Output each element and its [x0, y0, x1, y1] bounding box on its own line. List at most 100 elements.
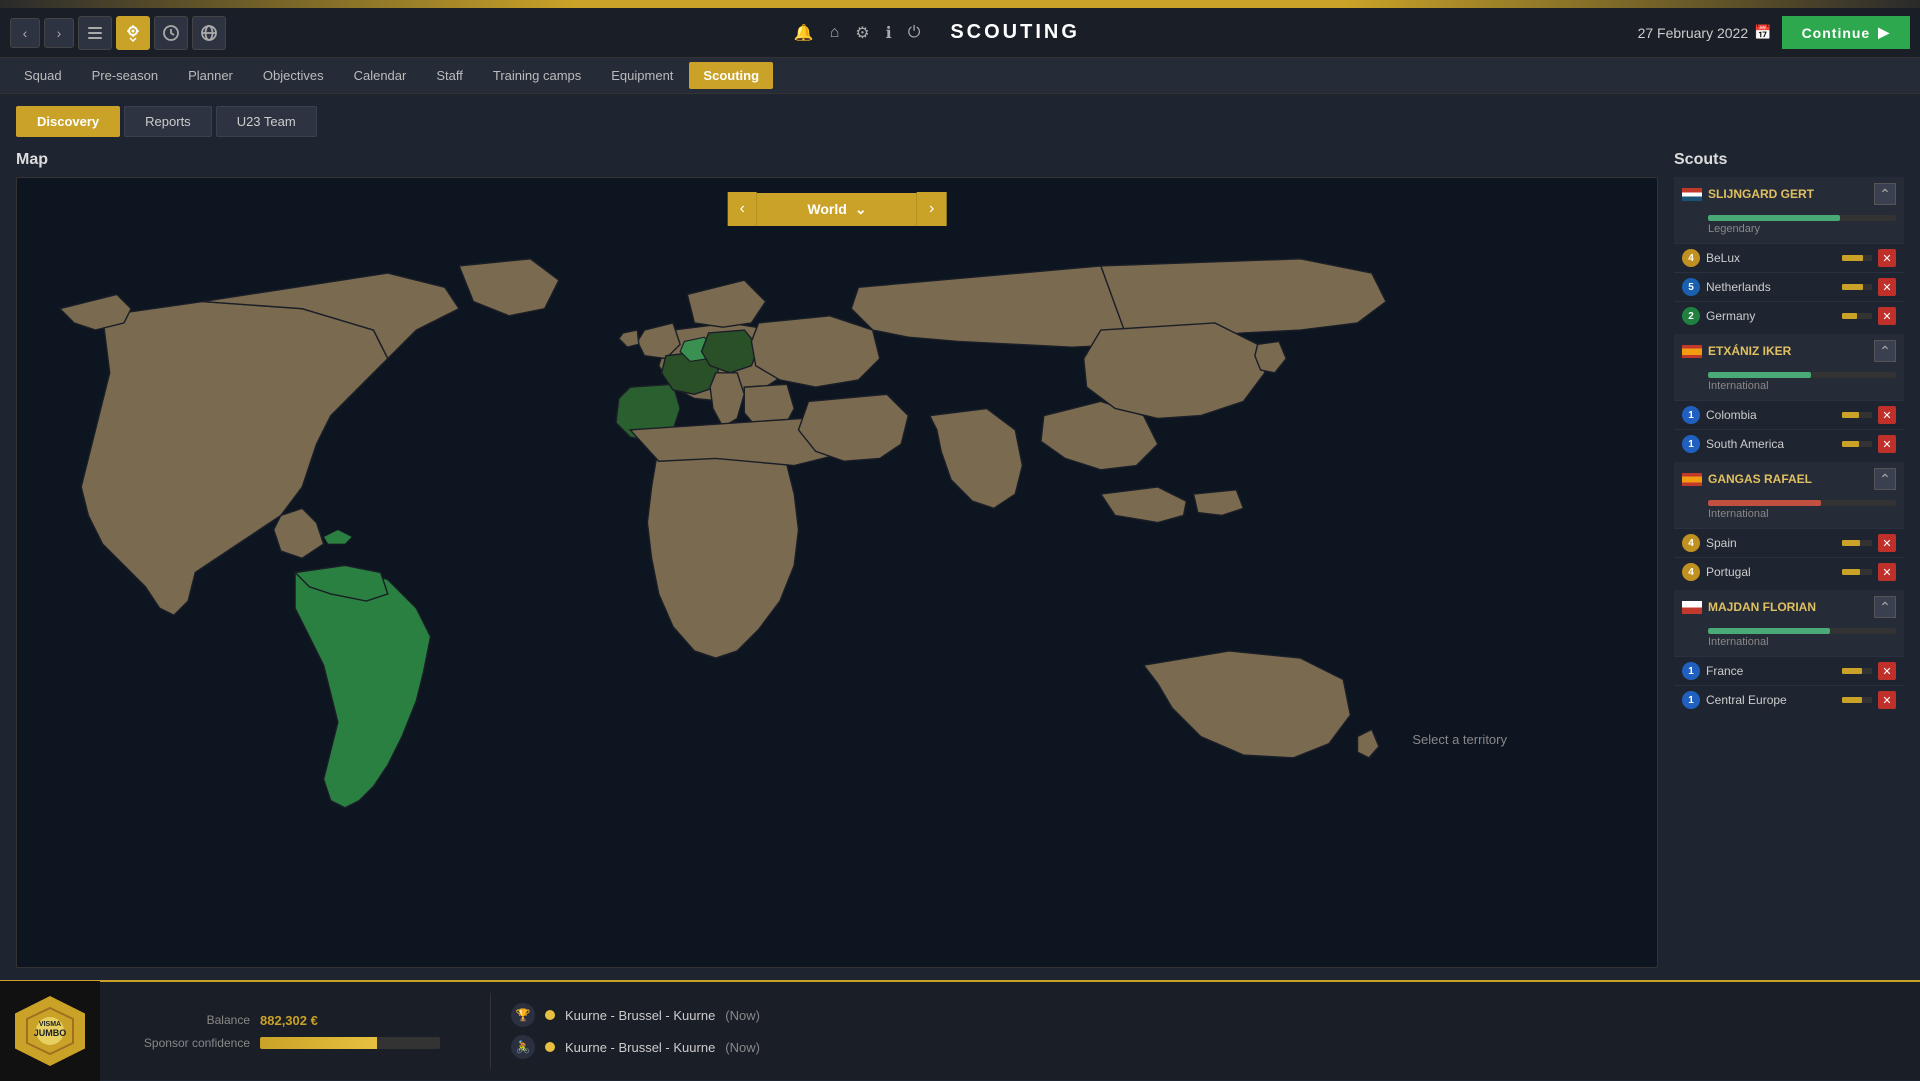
tab-staff[interactable]: Staff — [422, 62, 477, 89]
subtab-discovery[interactable]: Discovery — [16, 106, 120, 137]
scout-skill-fill-majdan — [1708, 628, 1830, 634]
continue-arrow-icon: ▶ — [1878, 24, 1890, 41]
back-button[interactable]: ‹ — [10, 18, 40, 48]
clock-icon-btn[interactable] — [154, 16, 188, 50]
scout-remove-netherlands[interactable]: ✕ — [1878, 278, 1896, 296]
scout-assignment-spain: 4 Spain ✕ — [1674, 528, 1904, 557]
scout-remove-colombia[interactable]: ✕ — [1878, 406, 1896, 424]
scout-region-france: France — [1706, 664, 1836, 678]
map-region-chevron-icon: ⌄ — [855, 201, 867, 218]
sponsor-fill — [260, 1037, 377, 1049]
tab-planner[interactable]: Planner — [174, 62, 247, 89]
globe-icon-btn[interactable] — [192, 16, 226, 50]
scout-region-portugal: Portugal — [1706, 565, 1836, 579]
scout-header-etxaniz[interactable]: ETXÁNIZ IKER ⌃ — [1674, 334, 1904, 368]
race-event-2: 🚴 Kuurne - Brussel - Kuurne (Now) — [511, 1035, 1900, 1059]
forward-button[interactable]: › — [44, 18, 74, 48]
scout-header-majdan[interactable]: MAJDAN FLORIAN ⌃ — [1674, 590, 1904, 624]
scout-skill-bar-etxaniz — [1708, 372, 1896, 378]
scout-region-colombia: Colombia — [1706, 408, 1836, 422]
subtab-u23-team[interactable]: U23 Team — [216, 106, 317, 137]
scout-remove-belux[interactable]: ✕ — [1878, 249, 1896, 267]
scout-bar-netherlands — [1842, 284, 1872, 290]
scout-group-slijngard: SLIJNGARD GERT ⌃ Legendary 4 BeLux — [1674, 177, 1904, 330]
toolbar-center: 🔔 ⌂ ⚙ ℹ ⏻ SCOUTING — [236, 21, 1638, 44]
race-dot-2 — [545, 1042, 555, 1052]
home-icon[interactable]: ⌂ — [830, 24, 840, 42]
scout-bar-belux — [1842, 255, 1872, 261]
svg-text:JUMBO: JUMBO — [34, 1028, 67, 1038]
tab-preseason[interactable]: Pre-season — [78, 62, 172, 89]
content-area: Map ‹ World ⌄ › — [16, 151, 1904, 968]
scouting-icon-btn[interactable] — [116, 16, 150, 50]
toolbar-nav: ‹ › — [0, 16, 236, 50]
toolbar-right: 27 February 2022 📅 Continue ▶ — [1638, 16, 1920, 49]
scout-collapse-slijngard[interactable]: ⌃ — [1874, 183, 1896, 205]
info-icon[interactable]: ℹ — [886, 23, 892, 43]
map-container[interactable]: ‹ World ⌄ › — [16, 177, 1658, 968]
flag-es-gangas — [1682, 473, 1702, 486]
bottom-bar: JUMBO VISMA Balance 882,302 € Sponsor co… — [0, 980, 1920, 1080]
scout-skill-bar-majdan — [1708, 628, 1896, 634]
scout-num-4-belux: 4 — [1682, 249, 1700, 267]
scout-collapse-etxaniz[interactable]: ⌃ — [1874, 340, 1896, 362]
squad-icon-btn[interactable] — [78, 16, 112, 50]
race-name-1: Kuurne - Brussel - Kuurne — [565, 1008, 715, 1023]
map-next-region-button[interactable]: › — [917, 192, 946, 226]
scouts-section: Scouts SLIJNGARD GERT ⌃ — [1674, 151, 1904, 968]
page-title: SCOUTING — [950, 21, 1080, 44]
scout-collapse-majdan[interactable]: ⌃ — [1874, 596, 1896, 618]
scout-header-gangas[interactable]: GANGAS RAFAEL ⌃ — [1674, 462, 1904, 496]
calendar-icon[interactable]: 📅 — [1754, 24, 1771, 41]
tab-objectives[interactable]: Objectives — [249, 62, 338, 89]
scout-collapse-gangas[interactable]: ⌃ — [1874, 468, 1896, 490]
continue-button[interactable]: Continue ▶ — [1782, 16, 1910, 49]
trophy-icon: 🏆 — [511, 1003, 535, 1027]
world-map[interactable] — [17, 178, 1657, 967]
scout-bar-france — [1842, 668, 1872, 674]
scout-remove-germany[interactable]: ✕ — [1878, 307, 1896, 325]
race-dot-1 — [545, 1010, 555, 1020]
tab-scouting[interactable]: Scouting — [689, 62, 773, 89]
scout-remove-south-america[interactable]: ✕ — [1878, 435, 1896, 453]
map-section: Map ‹ World ⌄ › — [16, 151, 1658, 968]
scout-bar-germany — [1842, 313, 1872, 319]
tab-training-camps[interactable]: Training camps — [479, 62, 595, 89]
tab-calendar[interactable]: Calendar — [340, 62, 421, 89]
scout-remove-portugal[interactable]: ✕ — [1878, 563, 1896, 581]
map-section-title: Map — [16, 151, 1658, 169]
bell-icon[interactable]: 🔔 — [794, 23, 814, 43]
subtab-reports[interactable]: Reports — [124, 106, 212, 137]
scout-region-belux: BeLux — [1706, 251, 1836, 265]
scout-region-south-america: South America — [1706, 437, 1836, 451]
balance-value: 882,302 € — [260, 1013, 318, 1028]
flag-nl-slijngard — [1682, 188, 1702, 201]
scout-skill-bar-gangas — [1708, 500, 1896, 506]
tab-squad[interactable]: Squad — [10, 62, 76, 89]
tab-equipment[interactable]: Equipment — [597, 62, 687, 89]
flag-pl-majdan — [1682, 601, 1702, 614]
scout-assignment-colombia: 1 Colombia ✕ — [1674, 400, 1904, 429]
balance-label: Balance — [130, 1013, 250, 1027]
scout-num-1-central-europe: 1 — [1682, 691, 1700, 709]
power-icon[interactable]: ⏻ — [908, 24, 921, 42]
scout-remove-central-europe[interactable]: ✕ — [1878, 691, 1896, 709]
scouts-list[interactable]: SLIJNGARD GERT ⌃ Legendary 4 BeLux — [1674, 177, 1904, 968]
scout-region-germany: Germany — [1706, 309, 1836, 323]
scout-header-slijngard[interactable]: SLIJNGARD GERT ⌃ — [1674, 177, 1904, 211]
sponsor-label: Sponsor confidence — [130, 1036, 250, 1050]
scout-skill-bar-slijngard — [1708, 215, 1896, 221]
scout-assignment-central-europe: 1 Central Europe ✕ — [1674, 685, 1904, 714]
gear-icon[interactable]: ⚙ — [855, 23, 869, 43]
scout-num-5-netherlands: 5 — [1682, 278, 1700, 296]
scout-level-gangas: International — [1708, 508, 1888, 520]
scout-skill-fill-gangas — [1708, 500, 1821, 506]
scout-num-2-germany: 2 — [1682, 307, 1700, 325]
scout-remove-spain[interactable]: ✕ — [1878, 534, 1896, 552]
scout-remove-france[interactable]: ✕ — [1878, 662, 1896, 680]
system-icons: 🔔 ⌂ ⚙ ℹ ⏻ — [794, 23, 921, 43]
sponsor-row: Sponsor confidence — [130, 1036, 440, 1050]
scout-group-etxaniz: ETXÁNIZ IKER ⌃ International 1 Colombia — [1674, 334, 1904, 458]
scout-num-1-france: 1 — [1682, 662, 1700, 680]
map-prev-region-button[interactable]: ‹ — [728, 192, 757, 226]
